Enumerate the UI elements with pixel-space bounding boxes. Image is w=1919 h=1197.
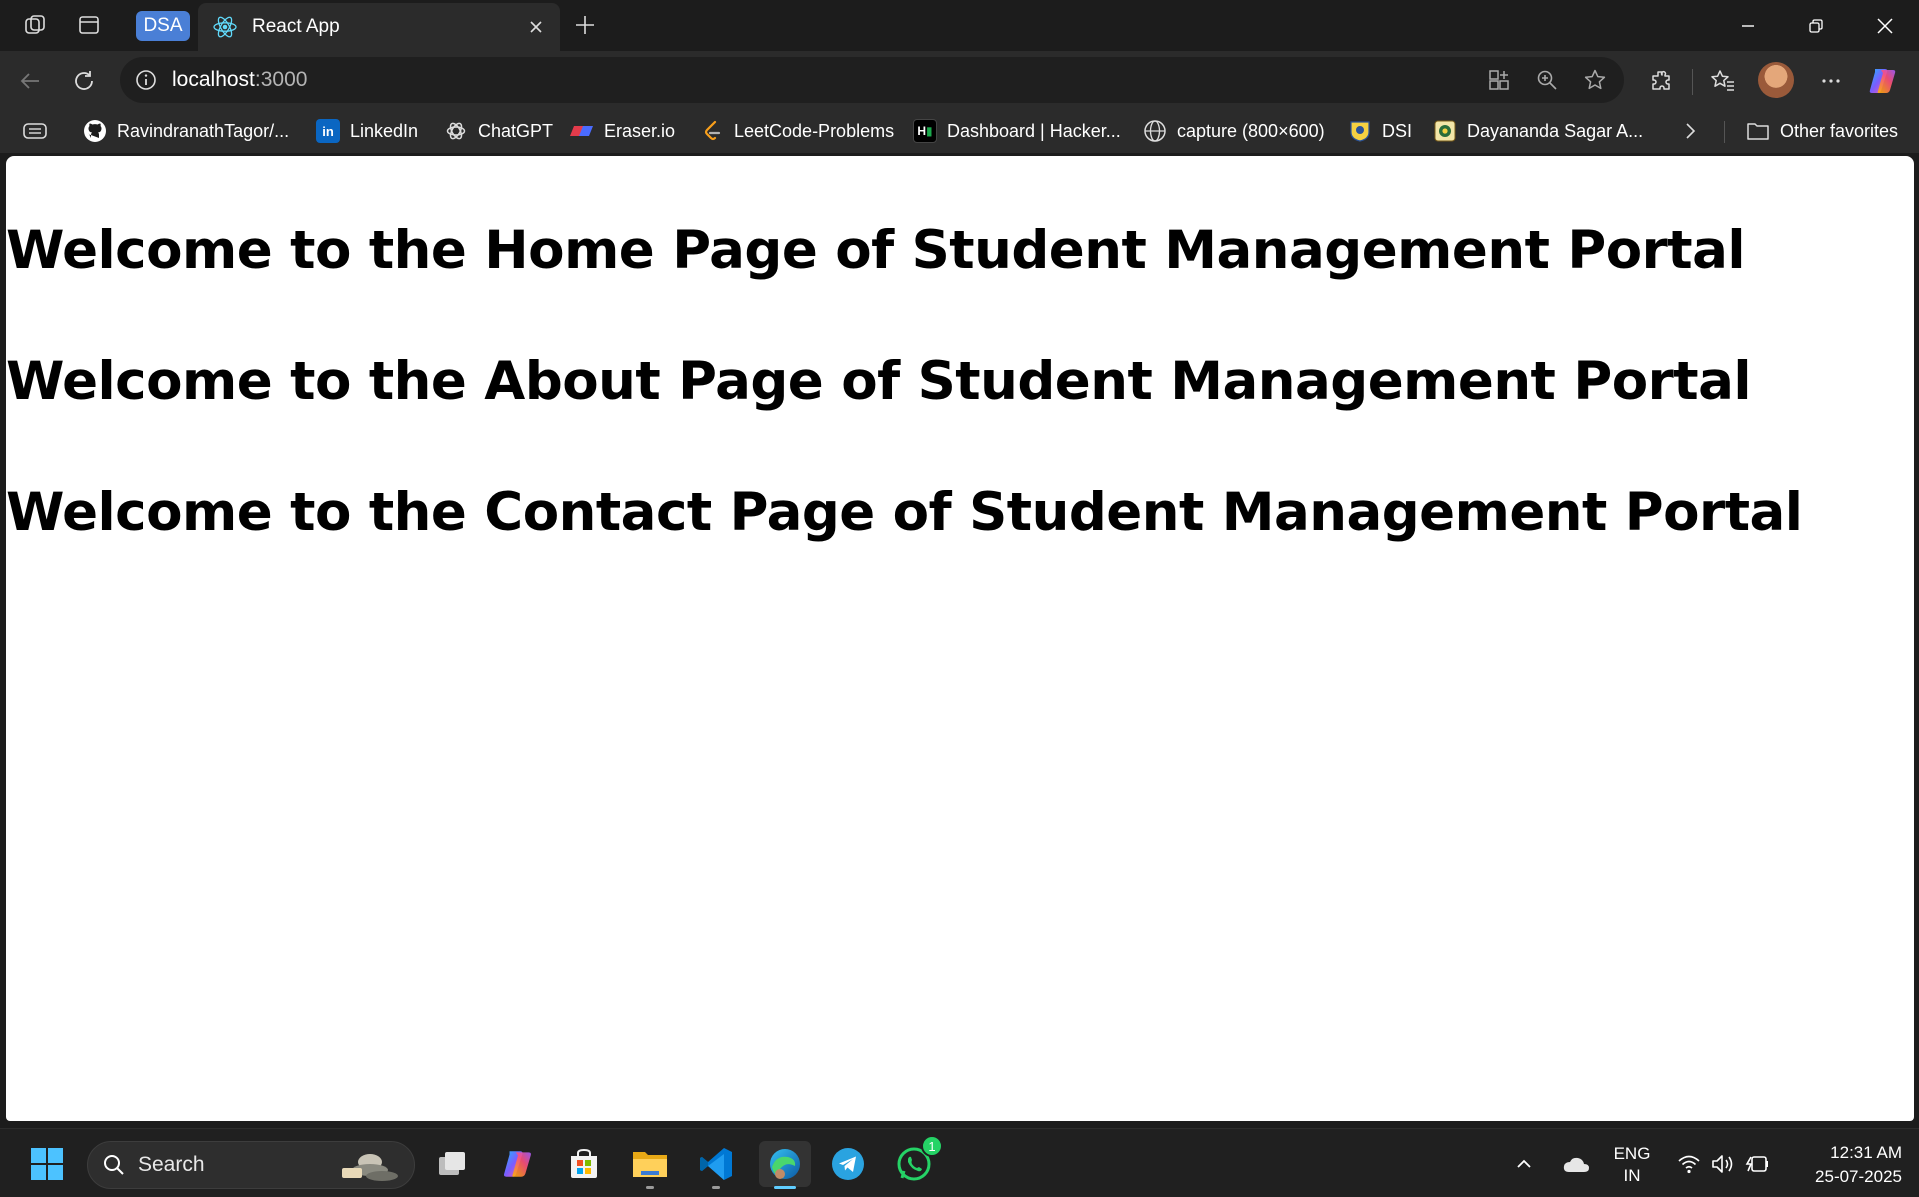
bookmark-label: LinkedIn [350, 120, 419, 141]
bookmark-hackerrank[interactable]: H ▮ Dashboard | Hacker... [913, 117, 1121, 145]
dsu-icon [1433, 119, 1457, 143]
taskbar-search[interactable]: Search [87, 1141, 415, 1189]
globe-icon [1143, 119, 1167, 143]
bookmark-linkedin[interactable]: in LinkedIn [316, 117, 418, 145]
favorites-icon[interactable] [1706, 64, 1740, 98]
volume-icon[interactable] [1706, 1141, 1740, 1187]
zoom-icon[interactable] [1532, 65, 1562, 95]
search-highlight-icon [332, 1148, 402, 1189]
copilot-taskbar-icon[interactable] [495, 1141, 541, 1187]
dsi-icon [1348, 119, 1372, 143]
bookmark-leetcode[interactable]: LeetCode-Problems [700, 117, 894, 145]
favorites-bar: RavindranathTagor/... in LinkedIn ChatGP… [0, 109, 1919, 153]
more-favorites-chevron-icon[interactable] [1680, 117, 1700, 145]
bookmark-label: capture (800×600) [1177, 120, 1325, 141]
show-hidden-icons-chevron[interactable] [1504, 1141, 1544, 1187]
bookmark-capture[interactable]: capture (800×600) [1143, 117, 1325, 145]
workspaces-icon[interactable] [20, 10, 50, 40]
vertical-tabs-icon[interactable] [74, 10, 104, 40]
clock-date: 25-07-2025 [1815, 1167, 1902, 1186]
close-window-button[interactable] [1851, 0, 1919, 51]
new-tab-button[interactable] [568, 8, 602, 42]
edge-browser-icon[interactable] [759, 1141, 811, 1189]
clock[interactable]: 12:31 AM 25-07-2025 [1786, 1141, 1902, 1189]
chatgpt-icon [444, 119, 468, 143]
copilot-icon[interactable] [1866, 64, 1900, 98]
restore-button[interactable] [1782, 0, 1850, 51]
other-favorites-label: Other favorites [1780, 120, 1899, 141]
leetcode-icon [700, 119, 724, 143]
url-text[interactable]: localhost:3000 [172, 68, 1624, 92]
search-icon [104, 1155, 124, 1175]
whatsapp-icon[interactable]: 1 [891, 1135, 943, 1187]
tab-title: React App [252, 16, 340, 37]
vscode-icon[interactable] [693, 1141, 739, 1189]
active-indicator [774, 1186, 796, 1189]
region-code: IN [1623, 1166, 1641, 1185]
browser-tab-bar: DSA React App [0, 0, 1919, 51]
linkedin-icon: in [316, 119, 340, 143]
bookmark-label: ChatGPT [478, 120, 554, 141]
bookmark-label: Dayananda Sagar A... [1467, 120, 1644, 141]
microsoft-store-icon[interactable] [561, 1141, 607, 1187]
browser-toolbar: localhost:3000 [0, 51, 1919, 109]
tab-group-dsa[interactable]: DSA [136, 11, 190, 41]
page-viewport: Welcome to the Home Page of Student Mana… [6, 156, 1914, 1121]
tab-react-app[interactable]: React App [198, 3, 560, 51]
search-label: Search [138, 1153, 205, 1176]
folder-icon [1746, 119, 1770, 143]
bookmark-dayananda-sagar[interactable]: Dayananda Sagar A... [1433, 117, 1643, 145]
profile-avatar[interactable] [1758, 62, 1794, 98]
back-button[interactable] [12, 63, 48, 99]
eraser-icon [570, 119, 594, 143]
about-heading: Welcome to the About Page of Student Man… [6, 351, 1752, 412]
windows-taskbar: Search 1 ENG IN 12:31 AM 25-07-2025 [0, 1128, 1919, 1197]
refresh-button[interactable] [66, 63, 102, 99]
task-view-button[interactable] [429, 1141, 475, 1187]
github-icon [83, 119, 107, 143]
favorite-star-icon[interactable] [1580, 65, 1610, 95]
bookmark-label: LeetCode-Problems [734, 120, 895, 141]
wifi-icon[interactable] [1672, 1141, 1706, 1187]
home-heading: Welcome to the Home Page of Student Mana… [6, 220, 1746, 281]
start-button[interactable] [24, 1141, 70, 1187]
running-indicator [712, 1186, 720, 1189]
minimize-button[interactable] [1714, 0, 1782, 51]
bookmark-label: RavindranathTagor/... [117, 120, 290, 141]
bookmark-chatgpt[interactable]: ChatGPT [444, 117, 553, 145]
language-code: ENG [1613, 1144, 1651, 1163]
clock-time: 12:31 AM [1830, 1143, 1902, 1162]
contact-heading: Welcome to the Contact Page of Student M… [6, 482, 1803, 543]
bookmark-github[interactable]: RavindranathTagor/... [83, 117, 289, 145]
toolbar-separator [1692, 69, 1693, 95]
react-icon [212, 14, 238, 40]
favorites-separator [1724, 121, 1725, 143]
more-options-icon[interactable] [1814, 64, 1848, 98]
running-indicator [646, 1186, 654, 1189]
bookmark-dsi[interactable]: DSI [1348, 117, 1412, 145]
url-port: :3000 [254, 68, 308, 91]
url-host: localhost [172, 68, 255, 91]
extensions-icon[interactable] [1644, 64, 1678, 98]
notification-badge: 1 [921, 1135, 943, 1157]
hackerrank-icon: H ▮ [913, 119, 937, 143]
battery-charging-icon[interactable] [1740, 1141, 1774, 1187]
bookmark-label: Dashboard | Hacker... [947, 120, 1121, 141]
address-bar[interactable]: localhost:3000 [120, 57, 1624, 103]
other-favorites-folder[interactable]: Other favorites [1746, 117, 1898, 145]
bookmark-eraser[interactable]: Eraser.io [570, 117, 675, 145]
file-explorer-icon[interactable] [627, 1141, 673, 1189]
bookmark-label: DSI [1382, 120, 1413, 141]
telegram-icon[interactable] [825, 1141, 871, 1187]
bookmark-label: Eraser.io [604, 120, 676, 141]
language-indicator[interactable]: ENG IN [1608, 1143, 1656, 1187]
site-info-icon[interactable] [132, 66, 160, 94]
onedrive-cloud-icon[interactable] [1556, 1141, 1596, 1187]
favorites-bar-toggle-icon[interactable] [22, 117, 48, 145]
close-tab-icon[interactable] [520, 11, 552, 43]
app-available-icon[interactable] [1484, 65, 1514, 95]
